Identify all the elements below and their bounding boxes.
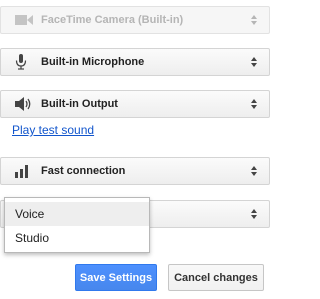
select-arrows-icon — [251, 99, 257, 109]
select-arrows-icon — [251, 209, 257, 219]
play-test-sound-link[interactable]: Play test sound — [12, 123, 94, 137]
camera-select[interactable]: FaceTime Camera (Built-in) — [0, 6, 270, 34]
output-select[interactable]: Built-in Output — [0, 90, 270, 118]
camera-select-label: FaceTime Camera (Built-in) — [41, 14, 184, 26]
output-select-label: Built-in Output — [41, 98, 118, 110]
signal-bars-icon — [15, 164, 37, 178]
microphone-icon — [15, 54, 37, 70]
video-camera-icon — [15, 15, 37, 25]
select-arrows-icon — [251, 166, 257, 176]
cancel-changes-button[interactable]: Cancel changes — [168, 264, 264, 291]
select-arrows-icon — [251, 15, 257, 25]
microphone-select[interactable]: Built-in Microphone — [0, 48, 270, 76]
dropdown-option-studio[interactable]: Studio — [5, 226, 149, 250]
dropdown-option-voice[interactable]: Voice — [5, 202, 149, 226]
select-arrows-icon — [251, 57, 257, 67]
audio-mode-dropdown: Voice Studio — [4, 197, 150, 253]
microphone-select-label: Built-in Microphone — [41, 56, 145, 68]
save-settings-button[interactable]: Save Settings — [75, 264, 157, 291]
speaker-icon — [15, 97, 37, 111]
bandwidth-select[interactable]: Fast connection — [0, 157, 270, 185]
bandwidth-select-label: Fast connection — [41, 165, 126, 177]
